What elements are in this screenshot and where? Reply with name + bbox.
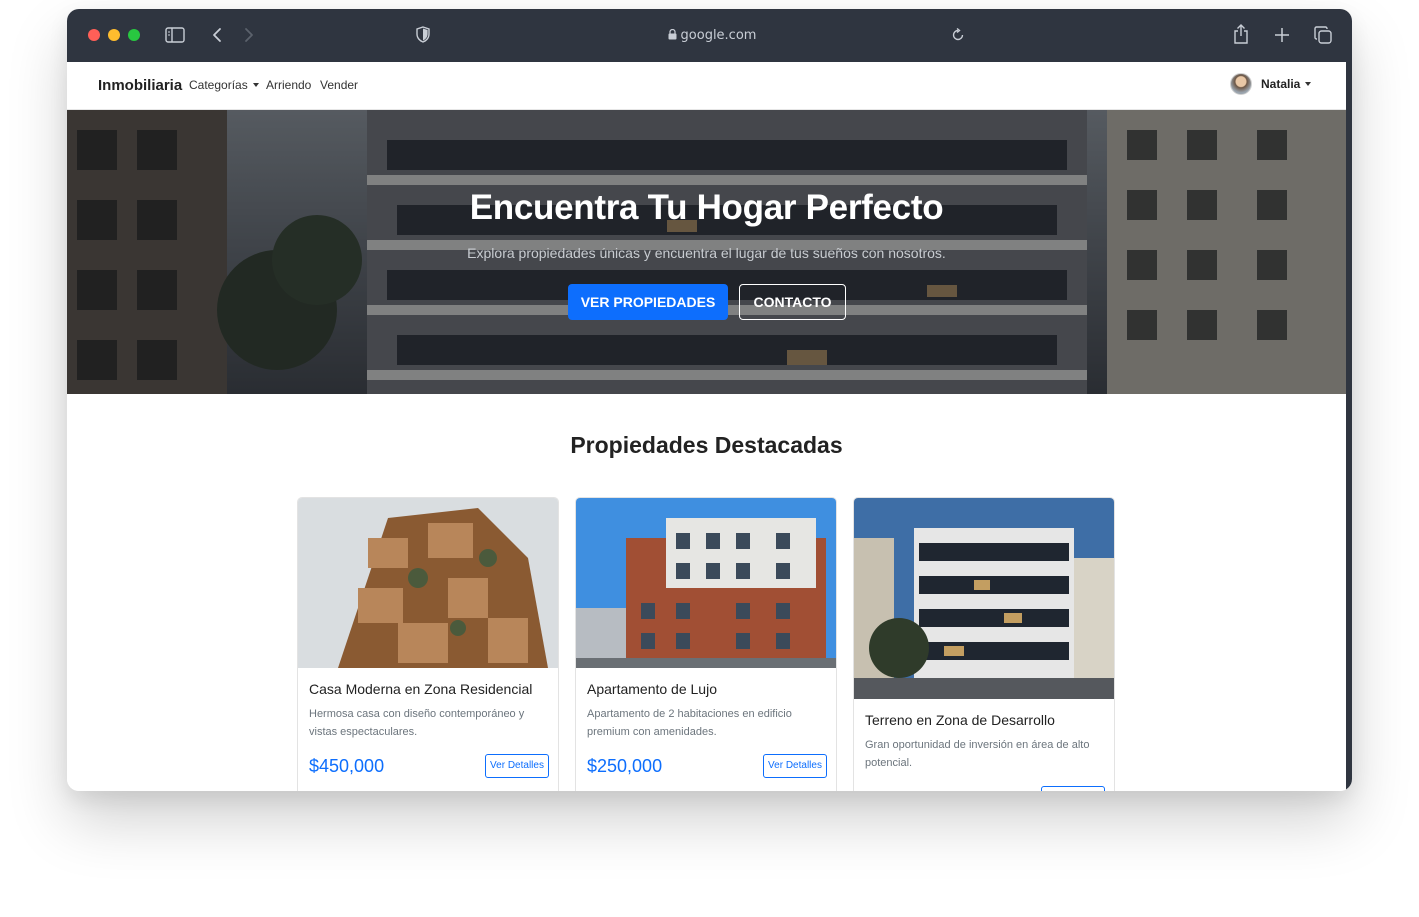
ver-detalles-button[interactable]: Ver Detalles xyxy=(763,754,827,778)
featured-section-title: Propiedades Destacadas xyxy=(570,432,843,458)
nav-arriendo[interactable]: Arriendo xyxy=(266,78,311,92)
nav-vender[interactable]: Vender xyxy=(320,78,358,92)
browser-window: google.com Inmobiliaria Categorías Arrie… xyxy=(67,9,1352,791)
browser-toolbar: google.com xyxy=(67,9,1352,62)
ver-detalles-button[interactable] xyxy=(1041,786,1105,791)
nav-categorias-dropdown[interactable]: Categorías xyxy=(189,78,259,92)
card-description: Hermosa casa con diseño contemporáneo y … xyxy=(309,708,525,738)
card-description: Gran oportunidad de inversión en área de… xyxy=(865,739,1090,769)
zoom-window-button[interactable] xyxy=(128,29,140,41)
card-price: $250,000 xyxy=(587,756,663,776)
card-title[interactable]: Apartamento de Lujo xyxy=(587,681,717,697)
property-card[interactable]: Terreno en Zona de Desarrollo Gran oport… xyxy=(853,497,1115,791)
hero-subtitle: Explora propiedades únicas y encuentra e… xyxy=(467,245,946,261)
card-title[interactable]: Terreno en Zona de Desarrollo xyxy=(865,712,1055,728)
privacy-shield-icon[interactable] xyxy=(416,26,430,43)
minimize-window-button[interactable] xyxy=(108,29,120,41)
site-navbar: Inmobiliaria Categorías Arriendo Vender … xyxy=(67,62,1346,110)
contacto-button[interactable]: CONTACTO xyxy=(739,284,846,320)
caret-down-icon xyxy=(1305,82,1312,86)
card-description: Apartamento de 2 habitaciones en edifici… xyxy=(587,708,792,738)
sidebar-toggle-icon[interactable] xyxy=(165,27,185,43)
window-right-edge xyxy=(1346,62,1352,791)
close-window-button[interactable] xyxy=(88,29,100,41)
site-brand[interactable]: Inmobiliaria xyxy=(98,77,182,94)
hero-banner: Encuentra Tu Hogar Perfecto Explora prop… xyxy=(67,110,1346,394)
ver-propiedades-button[interactable]: VER PROPIEDADES xyxy=(568,284,728,320)
web-page: Inmobiliaria Categorías Arriendo Vender … xyxy=(67,62,1352,791)
nav-categorias-label: Categorías xyxy=(189,78,248,92)
tab-overview-icon[interactable] xyxy=(1314,26,1332,44)
property-image xyxy=(298,498,558,668)
back-arrow-icon[interactable] xyxy=(211,27,223,43)
address-bar-url: google.com xyxy=(680,28,757,43)
property-image xyxy=(854,498,1114,699)
card-price: $450,000 xyxy=(309,756,385,776)
card-title[interactable]: Casa Moderna en Zona Residencial xyxy=(309,681,532,697)
forward-arrow-icon[interactable] xyxy=(243,27,255,43)
lock-icon xyxy=(668,29,677,40)
hero-title: Encuentra Tu Hogar Perfecto xyxy=(469,188,944,227)
property-image xyxy=(576,498,836,668)
property-card[interactable]: Casa Moderna en Zona Residencial Hermosa… xyxy=(297,497,559,791)
property-card[interactable]: Apartamento de Lujo Apartamento de 2 hab… xyxy=(575,497,837,791)
user-name: Natalia xyxy=(1261,77,1312,91)
caret-down-icon xyxy=(252,83,259,87)
reload-icon[interactable] xyxy=(951,28,965,42)
ver-detalles-button[interactable]: Ver Detalles xyxy=(485,754,549,778)
address-bar[interactable]: google.com xyxy=(627,26,797,46)
avatar xyxy=(1230,73,1252,95)
user-name-label: Natalia xyxy=(1261,77,1301,91)
new-tab-plus-icon[interactable] xyxy=(1274,27,1290,43)
share-icon[interactable] xyxy=(1233,24,1249,44)
